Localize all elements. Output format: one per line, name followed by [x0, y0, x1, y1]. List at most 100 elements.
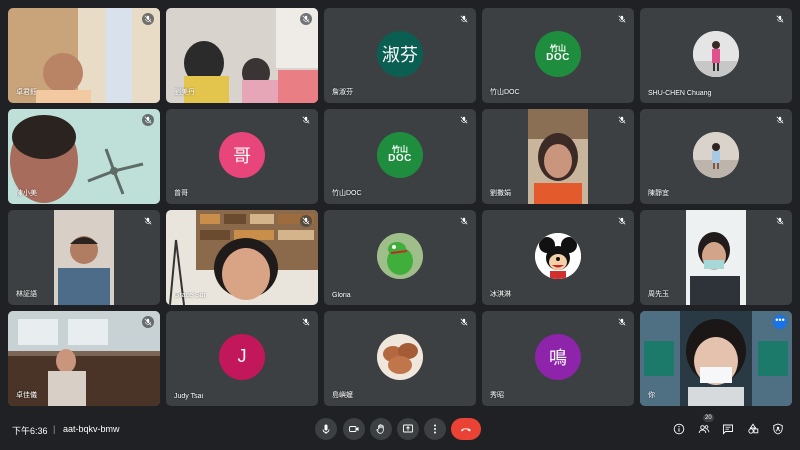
- participant-name: 冰淇淋: [490, 291, 511, 298]
- mic-off-icon: [616, 316, 628, 328]
- participant-name: 曾哥: [174, 190, 188, 197]
- participant-name: 島嶼嬤: [332, 392, 353, 399]
- mic-icon: [322, 424, 330, 434]
- meeting-info-icon: [673, 423, 685, 435]
- mic-off-icon: [616, 114, 628, 126]
- mic-off-icon: [616, 13, 628, 25]
- chat-button[interactable]: [720, 421, 736, 437]
- participant-avatar: 哥: [219, 131, 265, 178]
- participant-tile[interactable]: 竹山 DOC 竹山DOC: [324, 109, 476, 204]
- participant-video: [686, 210, 746, 305]
- mic-off-icon: [142, 13, 154, 25]
- mic-off-icon: [142, 215, 154, 227]
- end-call-button[interactable]: [451, 418, 481, 440]
- participant-avatar: 淑芬: [377, 30, 423, 77]
- meeting-code: aat-bqkv-bmw: [63, 424, 120, 434]
- end-call-icon: [461, 428, 471, 432]
- participant-tile[interactable]: 冰淇淋: [482, 210, 634, 305]
- mic-off-icon: [774, 114, 786, 126]
- participant-tile[interactable]: 卓君鈺: [8, 8, 160, 103]
- mic-off-icon: [458, 13, 470, 25]
- self-view-tile[interactable]: ••• 你: [640, 311, 792, 406]
- participant-photo-avatar: [693, 30, 739, 77]
- participant-avatar: J: [219, 333, 265, 380]
- people-icon: [698, 425, 710, 434]
- mic-off-icon: [142, 316, 154, 328]
- participant-tile[interactable]: 陳靜宜: [640, 109, 792, 204]
- activities-icon: [748, 423, 759, 434]
- raise-hand-button[interactable]: [370, 418, 392, 440]
- brand-logo-avatar: 竹山 DOC: [535, 30, 581, 77]
- mic-off-icon: [458, 114, 470, 126]
- raise-hand-icon: [376, 424, 384, 434]
- participant-video: [54, 210, 114, 305]
- participant-photo-avatar: [693, 131, 739, 178]
- participant-tile[interactable]: 淑芬 詹淑芬: [324, 8, 476, 103]
- participant-name: 周先玉: [648, 291, 669, 298]
- activities-button[interactable]: [745, 421, 761, 437]
- separator: |: [53, 424, 56, 434]
- participant-name: 林証語: [16, 291, 37, 298]
- participant-name: Judy Tsai: [174, 393, 204, 400]
- mic-off-icon: [300, 114, 312, 126]
- mic-off-icon: [300, 13, 312, 25]
- participant-tile[interactable]: 林証語: [8, 210, 160, 305]
- more-options-icon[interactable]: •••: [773, 315, 787, 329]
- participant-video: [166, 210, 318, 305]
- participant-name: 陳小美: [16, 190, 37, 197]
- mic-off-icon: [458, 316, 470, 328]
- participant-tile[interactable]: 陳小美: [8, 109, 160, 204]
- mic-off-icon: [142, 114, 154, 126]
- participant-tile[interactable]: 哥 曾哥: [166, 109, 318, 204]
- participant-name: 你: [648, 392, 655, 399]
- participant-name: 卓佳儀: [16, 392, 37, 399]
- present-screen-button[interactable]: [397, 418, 419, 440]
- mic-off-icon: [458, 215, 470, 227]
- participant-tile[interactable]: 竹山 DOC 竹山DOC: [482, 8, 634, 103]
- camera-icon: [349, 426, 359, 432]
- participant-tile[interactable]: 鳴 秀昭: [482, 311, 634, 406]
- mic-off-icon: [774, 215, 786, 227]
- participant-name: Grace Sun: [174, 292, 208, 299]
- participant-video: [528, 109, 588, 204]
- participant-grid: 卓君鈺 劉美丹 淑芬 詹淑芬 竹山 DOC 竹山DOC SHU-CHEN Chu…: [8, 8, 793, 408]
- present-screen-icon: [403, 424, 413, 433]
- participant-name: 詹淑芬: [332, 89, 353, 96]
- meeting-clock: 下午6:36: [12, 426, 48, 436]
- mic-off-icon: [300, 316, 312, 328]
- mic-off-icon: [774, 13, 786, 25]
- participant-name: 卓君鈺: [16, 89, 37, 96]
- participant-tile[interactable]: Gloria: [324, 210, 476, 305]
- camera-button[interactable]: [343, 418, 365, 440]
- participant-tile[interactable]: Grace Sun: [166, 210, 318, 305]
- participant-tile[interactable]: 卓佳儀: [8, 311, 160, 406]
- participant-name: SHU-CHEN Chuang: [648, 90, 712, 97]
- participant-tile[interactable]: 劉撒娟: [482, 109, 634, 204]
- participant-tile[interactable]: SHU-CHEN Chuang: [640, 8, 792, 103]
- participant-avatar: 鳴: [535, 333, 581, 380]
- people-button[interactable]: [696, 421, 712, 437]
- mic-off-icon: [300, 215, 312, 227]
- participant-tile[interactable]: J Judy Tsai: [166, 311, 318, 406]
- participant-photo-avatar: [377, 333, 423, 380]
- more-options-button[interactable]: [424, 418, 446, 440]
- chat-icon: [723, 424, 733, 435]
- participant-tile[interactable]: 周先玉: [640, 210, 792, 305]
- participant-name: 陳靜宜: [648, 190, 669, 197]
- participant-photo-avatar: [377, 232, 423, 279]
- participant-name: 秀昭: [490, 392, 504, 399]
- meeting-info-button[interactable]: [671, 421, 687, 437]
- participant-name: 竹山DOC: [332, 190, 362, 197]
- participant-tile[interactable]: 島嶼嬤: [324, 311, 476, 406]
- brand-logo-avatar: 竹山 DOC: [377, 131, 423, 178]
- host-controls-icon: [773, 423, 783, 435]
- participant-tile[interactable]: 劉美丹: [166, 8, 318, 103]
- more-options-icon: [434, 424, 436, 434]
- participant-name: Gloria: [332, 292, 351, 299]
- self-video: [640, 311, 792, 406]
- mic-button[interactable]: [315, 418, 337, 440]
- participant-name: 竹山DOC: [490, 89, 520, 96]
- participant-photo-avatar: [535, 232, 581, 279]
- host-controls-button[interactable]: [770, 421, 786, 437]
- bottom-control-bar: 下午6:36 | aat-bqkv-bmw 20: [0, 410, 800, 450]
